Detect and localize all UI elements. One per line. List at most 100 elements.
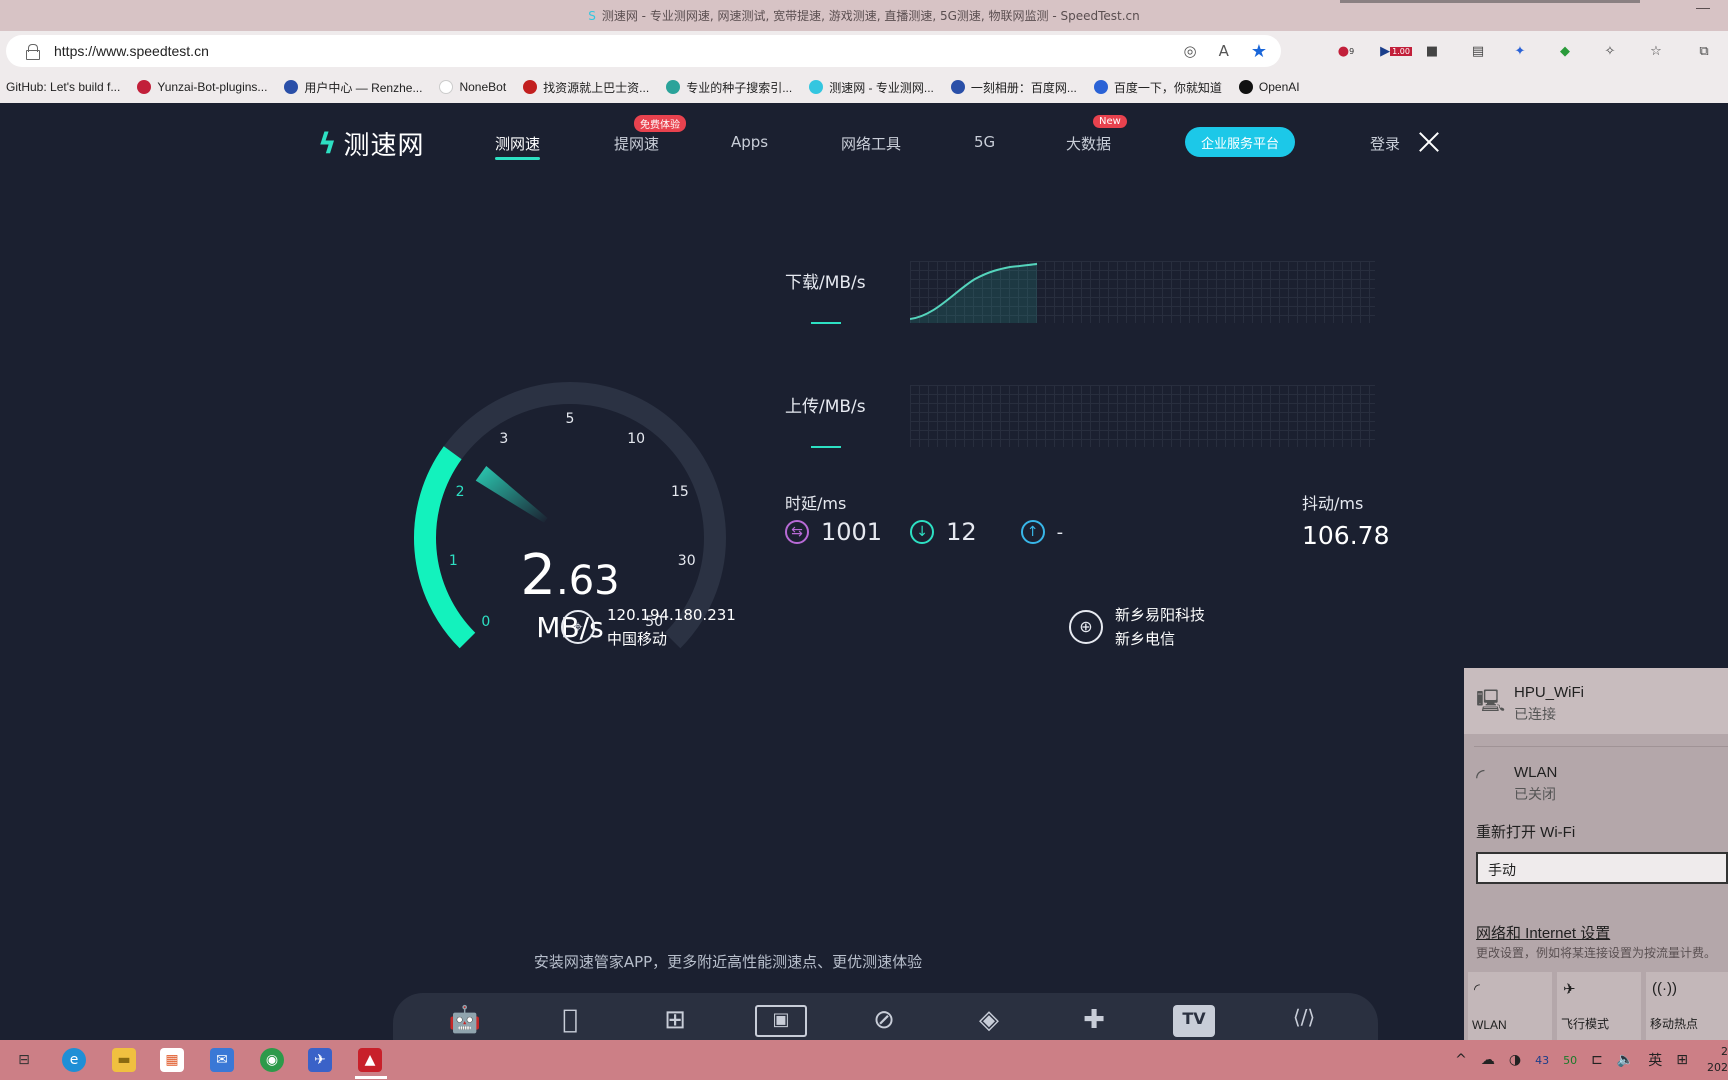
bookmarks-bar: GitHub: Let's build f... Yunzai-Bot-plugi… bbox=[0, 71, 1728, 103]
bookmark-favicon-icon bbox=[284, 80, 299, 94]
close-icon[interactable] bbox=[1418, 131, 1440, 153]
site-logo[interactable]: ϟ 测速网 bbox=[318, 125, 425, 162]
gauge-tick-label: 3 bbox=[499, 431, 509, 448]
url-box[interactable]: https://www.speedtest.cn ◎ A ★ bbox=[6, 35, 1281, 67]
extension-icon-4[interactable]: ▤ bbox=[1468, 41, 1488, 61]
server-name: 新乡易阳科技 bbox=[1115, 606, 1206, 624]
nav-network-tools[interactable]: 网络工具 bbox=[841, 133, 901, 154]
bookmark-label: OpenAI bbox=[1258, 80, 1300, 94]
bookmark-item[interactable]: 百度一下，你就知道 bbox=[1093, 79, 1222, 96]
network-settings-link[interactable]: 网络和 Internet 设置 bbox=[1476, 922, 1610, 943]
url-text[interactable]: https://www.speedtest.cn bbox=[54, 43, 209, 59]
lock-icon[interactable] bbox=[26, 44, 40, 60]
plugin-icon[interactable]: ✚ bbox=[1075, 1005, 1113, 1037]
mail-icon[interactable]: ✉ bbox=[210, 1048, 234, 1072]
app-bird-icon[interactable]: ✈ bbox=[308, 1048, 332, 1072]
store-icon[interactable]: ▦ bbox=[160, 1048, 184, 1072]
airplane-icon: ✈ bbox=[1563, 981, 1576, 998]
wifi-network-hpu[interactable]: 🖳 HPU_WiFi 已连接 bbox=[1464, 668, 1728, 734]
extension-icon-5[interactable]: ✦ bbox=[1510, 41, 1530, 61]
server-info[interactable]: ⊕ 新乡易阳科技 新乡电信 bbox=[1069, 603, 1205, 651]
quick-wlan-button[interactable]: ◜ WLAN bbox=[1468, 972, 1552, 1040]
miniprogram-icon[interactable]: ⊘ bbox=[865, 1005, 903, 1037]
bookmark-favicon-icon bbox=[666, 80, 681, 94]
nav-apps[interactable]: Apps bbox=[731, 133, 768, 151]
enterprise-platform-button[interactable]: 企业服务平台 bbox=[1185, 127, 1295, 157]
favorite-star-icon[interactable]: ★ bbox=[1251, 41, 1267, 62]
extension-icon-3[interactable]: ■ bbox=[1422, 41, 1442, 61]
network-tray-icon[interactable]: ⊏ bbox=[1591, 1052, 1603, 1068]
bookmark-label: 测速网 - 专业测网... bbox=[829, 80, 934, 95]
bookmark-item[interactable]: Yunzai-Bot-plugins... bbox=[137, 80, 267, 94]
apple-icon[interactable]:  bbox=[551, 1005, 589, 1037]
download-graph bbox=[910, 261, 1375, 323]
speed-value-dec: .63 bbox=[556, 558, 620, 604]
bookmark-item[interactable]: 专业的种子搜索引... bbox=[666, 79, 792, 96]
wlan-status: 已关闭 bbox=[1514, 786, 1556, 802]
login-link[interactable]: 登录 bbox=[1370, 133, 1400, 154]
bookmark-item[interactable]: 找资源就上巴士资... bbox=[523, 79, 649, 96]
latency-label: 时延/ms bbox=[785, 494, 847, 513]
upload-value-dash bbox=[811, 446, 841, 448]
ime-grid-icon[interactable]: ⊞ bbox=[1676, 1052, 1688, 1068]
cloud-icon[interactable]: ☁ bbox=[1481, 1052, 1495, 1068]
bookmark-item[interactable]: OpenAI bbox=[1238, 80, 1300, 94]
tray-expand-icon[interactable]: ^ bbox=[1455, 1052, 1467, 1068]
bookmark-item[interactable]: NoneBot bbox=[439, 80, 506, 94]
task-view-icon[interactable]: ⊟ bbox=[12, 1048, 36, 1072]
globe-icon: ⊕ bbox=[1069, 610, 1103, 644]
tray-app-43[interactable]: 43 bbox=[1535, 1054, 1549, 1067]
nav-speedtest[interactable]: 测网速 bbox=[495, 133, 541, 160]
bookmark-item[interactable]: 用户中心 — Renzhe... bbox=[284, 79, 422, 96]
extension-icon-1[interactable]: ● 9 bbox=[1336, 41, 1356, 61]
nav-5g[interactable]: 5G bbox=[974, 133, 995, 151]
server-isp: 新乡电信 bbox=[1115, 630, 1176, 648]
taskbar-clock[interactable]: 2 202 bbox=[1700, 1044, 1728, 1076]
read-aloud-icon[interactable]: A bbox=[1219, 42, 1229, 60]
collections-icon[interactable]: ⧉ bbox=[1694, 41, 1714, 61]
favorites-icon[interactable]: ☆ bbox=[1646, 41, 1666, 61]
gauge-tick-label: 10 bbox=[627, 431, 646, 448]
volume-icon[interactable]: 🔈 bbox=[1617, 1052, 1634, 1068]
gauge-tick-label: 30 bbox=[677, 553, 696, 570]
ime-indicator[interactable]: 英 bbox=[1648, 1050, 1662, 1070]
nav-big-data[interactable]: 大数据 bbox=[1066, 133, 1111, 154]
file-explorer-icon[interactable]: ▬ bbox=[112, 1048, 136, 1072]
bookmark-item[interactable]: GitHub: Let's build f... bbox=[6, 80, 120, 94]
kodi-icon[interactable]: ◈ bbox=[970, 1005, 1008, 1037]
reopen-wifi-select[interactable]: 手动 bbox=[1476, 852, 1728, 884]
window-title: 测速网 - 专业测网速, 网速测试, 宽带提速, 游戏测速, 直播测速, 5G测… bbox=[601, 9, 1140, 23]
bookmark-favicon-icon bbox=[1093, 80, 1108, 94]
windows-icon[interactable]: ⊞ bbox=[656, 1005, 694, 1037]
chrome-icon[interactable]: ◉ bbox=[260, 1048, 284, 1072]
amd-icon[interactable]: ▲ bbox=[358, 1048, 382, 1072]
nav-boost[interactable]: 提网速 bbox=[614, 133, 659, 154]
tv-icon[interactable]: TV bbox=[1173, 1005, 1215, 1037]
bookmark-label: 百度一下，你就知道 bbox=[1113, 80, 1222, 95]
quick-hotspot-button[interactable]: ((·)) 移动热点 bbox=[1646, 972, 1728, 1040]
ethernet-monitor-icon: 🖳 bbox=[1476, 688, 1506, 713]
qq-icon[interactable]: ◑ bbox=[1509, 1052, 1521, 1068]
window-title-bar: S 测速网 - 专业测网速, 网速测试, 宽带提速, 游戏测速, 直播测速, 5… bbox=[0, 0, 1728, 31]
extension-icon-2[interactable]: ▶ 1.00 bbox=[1380, 41, 1412, 61]
minimize-button[interactable] bbox=[1696, 8, 1710, 9]
quick-airplane-button[interactable]: ✈ 飞行模式 bbox=[1557, 972, 1641, 1040]
bookmark-item[interactable]: 测速网 - 专业测网... bbox=[809, 79, 934, 96]
android-icon[interactable]: 🤖 bbox=[446, 1005, 484, 1037]
title-bar-accent bbox=[1340, 0, 1640, 3]
new-badge: New bbox=[1093, 115, 1127, 128]
location-icon[interactable]: ◎ bbox=[1184, 42, 1197, 60]
code-icon[interactable]: ⟨/⟩ bbox=[1285, 1005, 1323, 1037]
mac-icon[interactable]: ▣ bbox=[755, 1005, 807, 1037]
edge-icon[interactable]: e bbox=[62, 1048, 86, 1072]
extensions-puzzle-icon[interactable]: ✧ bbox=[1600, 41, 1620, 61]
wlan-adapter[interactable]: ◜ WLAN 已关闭 bbox=[1464, 748, 1728, 814]
client-ip: 120.194.180.231 bbox=[607, 606, 736, 624]
bookmark-favicon-icon bbox=[1238, 80, 1253, 94]
extension-icon-6[interactable]: ◆ bbox=[1555, 41, 1575, 61]
tray-app-50[interactable]: 50 bbox=[1563, 1054, 1577, 1067]
bookmark-label: Yunzai-Bot-plugins... bbox=[157, 80, 268, 94]
network-flyout: 🖳 HPU_WiFi 已连接 ◜ WLAN 已关闭 重新打开 Wi-Fi 手动 … bbox=[1464, 668, 1728, 1040]
bookmark-item[interactable]: 一刻相册：百度网... bbox=[950, 79, 1077, 96]
upload-latency-value: - bbox=[1056, 521, 1064, 543]
